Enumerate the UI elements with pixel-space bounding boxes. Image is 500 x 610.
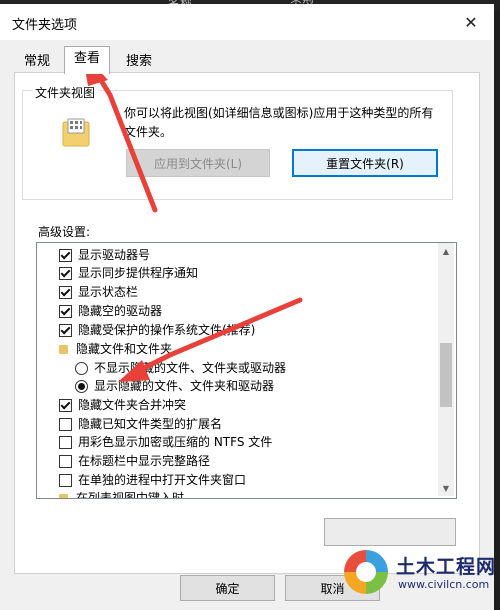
list-item[interactable]: 隐藏受保护的操作系统文件(推荐) (59, 321, 255, 340)
scroll-up-icon[interactable]: ▲ (438, 243, 454, 259)
checkbox[interactable] (59, 399, 72, 412)
list-item[interactable]: 显示状态栏 (59, 283, 138, 302)
watermark-url: www.civilcn.com (398, 578, 490, 591)
reset-folders-button[interactable]: 重置文件夹(R) (292, 149, 438, 177)
item-label: 显示状态栏 (78, 285, 139, 299)
folder-icon (59, 345, 68, 354)
checkbox[interactable] (59, 305, 72, 318)
title-bar: 文件夹选项 ✕ (0, 4, 494, 40)
folder-views-title: 文件夹视图 (32, 84, 99, 101)
checkbox[interactable] (59, 324, 72, 337)
list-item[interactable]: 显示同步提供程序通知 (59, 264, 198, 283)
checkbox[interactable] (59, 267, 72, 280)
radio[interactable] (75, 380, 88, 393)
item-label: 用彩色显示加密或压缩的 NTFS 文件 (78, 435, 273, 449)
tab-general[interactable]: 常规 (16, 51, 58, 73)
radio[interactable] (75, 362, 88, 375)
item-label: 显示驱动器号 (78, 248, 151, 262)
tab-search[interactable]: 搜索 (118, 51, 160, 73)
item-label: 隐藏文件和文件夹 (76, 342, 173, 356)
folder-views-description: 你可以将此视图(如详细信息或图标)应用于这种类型的所有文件夹。 (124, 106, 434, 139)
watermark: 土木工程网 www.civilcn.com (330, 538, 500, 610)
list-item[interactable]: 显示驱动器号 (59, 246, 150, 265)
list-item-folder: 隐藏文件和文件夹 (59, 340, 172, 359)
list-item[interactable]: 不显示隐藏的文件、文件夹或驱动器 (75, 359, 286, 378)
list-item[interactable]: 隐藏空的驱动器 (59, 302, 162, 321)
item-label: 在标题栏中显示完整路径 (78, 454, 211, 468)
item-label: 在列表视图中键入时 (76, 491, 185, 499)
checkbox[interactable] (59, 436, 72, 449)
close-icon[interactable]: ✕ (448, 4, 494, 40)
tab-view[interactable]: 查看 (64, 46, 111, 74)
advanced-settings-label: 高级设置: (38, 225, 91, 239)
item-label: 隐藏空的驱动器 (78, 304, 163, 318)
list-item[interactable]: 隐藏已知文件类型的扩展名 (59, 415, 222, 434)
item-label: 在单独的进程中打开文件夹窗口 (78, 473, 247, 487)
item-label: 不显示隐藏的文件、文件夹或驱动器 (94, 361, 287, 375)
list-item[interactable]: 隐藏文件夹合并冲突 (59, 396, 186, 415)
checkbox[interactable] (59, 474, 72, 487)
folder-icon (59, 494, 68, 498)
list-item[interactable]: 在标题栏中显示完整路径 (59, 452, 210, 471)
checkbox[interactable] (59, 418, 72, 431)
folder-icon (62, 118, 90, 147)
scroll-thumb[interactable] (440, 343, 452, 407)
scroll-down-icon[interactable]: ▼ (438, 480, 454, 496)
watermark-logo-icon (344, 550, 388, 594)
ok-button[interactable]: 确定 (180, 575, 275, 601)
list-item[interactable]: 在单独的进程中打开文件夹窗口 (59, 471, 246, 490)
list-item[interactable]: 显示隐藏的文件、文件夹和驱动器 (75, 377, 274, 396)
item-label: 显示隐藏的文件、文件夹和驱动器 (94, 379, 275, 393)
watermark-name: 土木工程网 (396, 556, 497, 578)
list-item[interactable]: 用彩色显示加密或压缩的 NTFS 文件 (59, 433, 272, 452)
item-label: 显示同步提供程序通知 (78, 266, 199, 280)
checkbox[interactable] (59, 286, 72, 299)
apply-to-folders-button[interactable]: 应用到文件夹(L) (126, 149, 270, 177)
item-label: 隐藏已知文件类型的扩展名 (78, 417, 223, 431)
item-label: 隐藏受保护的操作系统文件(推荐) (78, 323, 256, 337)
item-label: 隐藏文件夹合并冲突 (78, 398, 187, 412)
window-title: 文件夹选项 (12, 18, 78, 33)
list-item-folder: 在列表视图中键入时 (59, 489, 185, 499)
checkbox[interactable] (59, 249, 72, 262)
advanced-settings-list[interactable]: 显示驱动器号 显示同步提供程序通知 显示状态栏 隐藏空的驱动器 隐藏受保护的操作… (36, 242, 457, 499)
checkbox[interactable] (59, 455, 72, 468)
list-scrollbar[interactable]: ▲ ▼ (438, 243, 454, 496)
